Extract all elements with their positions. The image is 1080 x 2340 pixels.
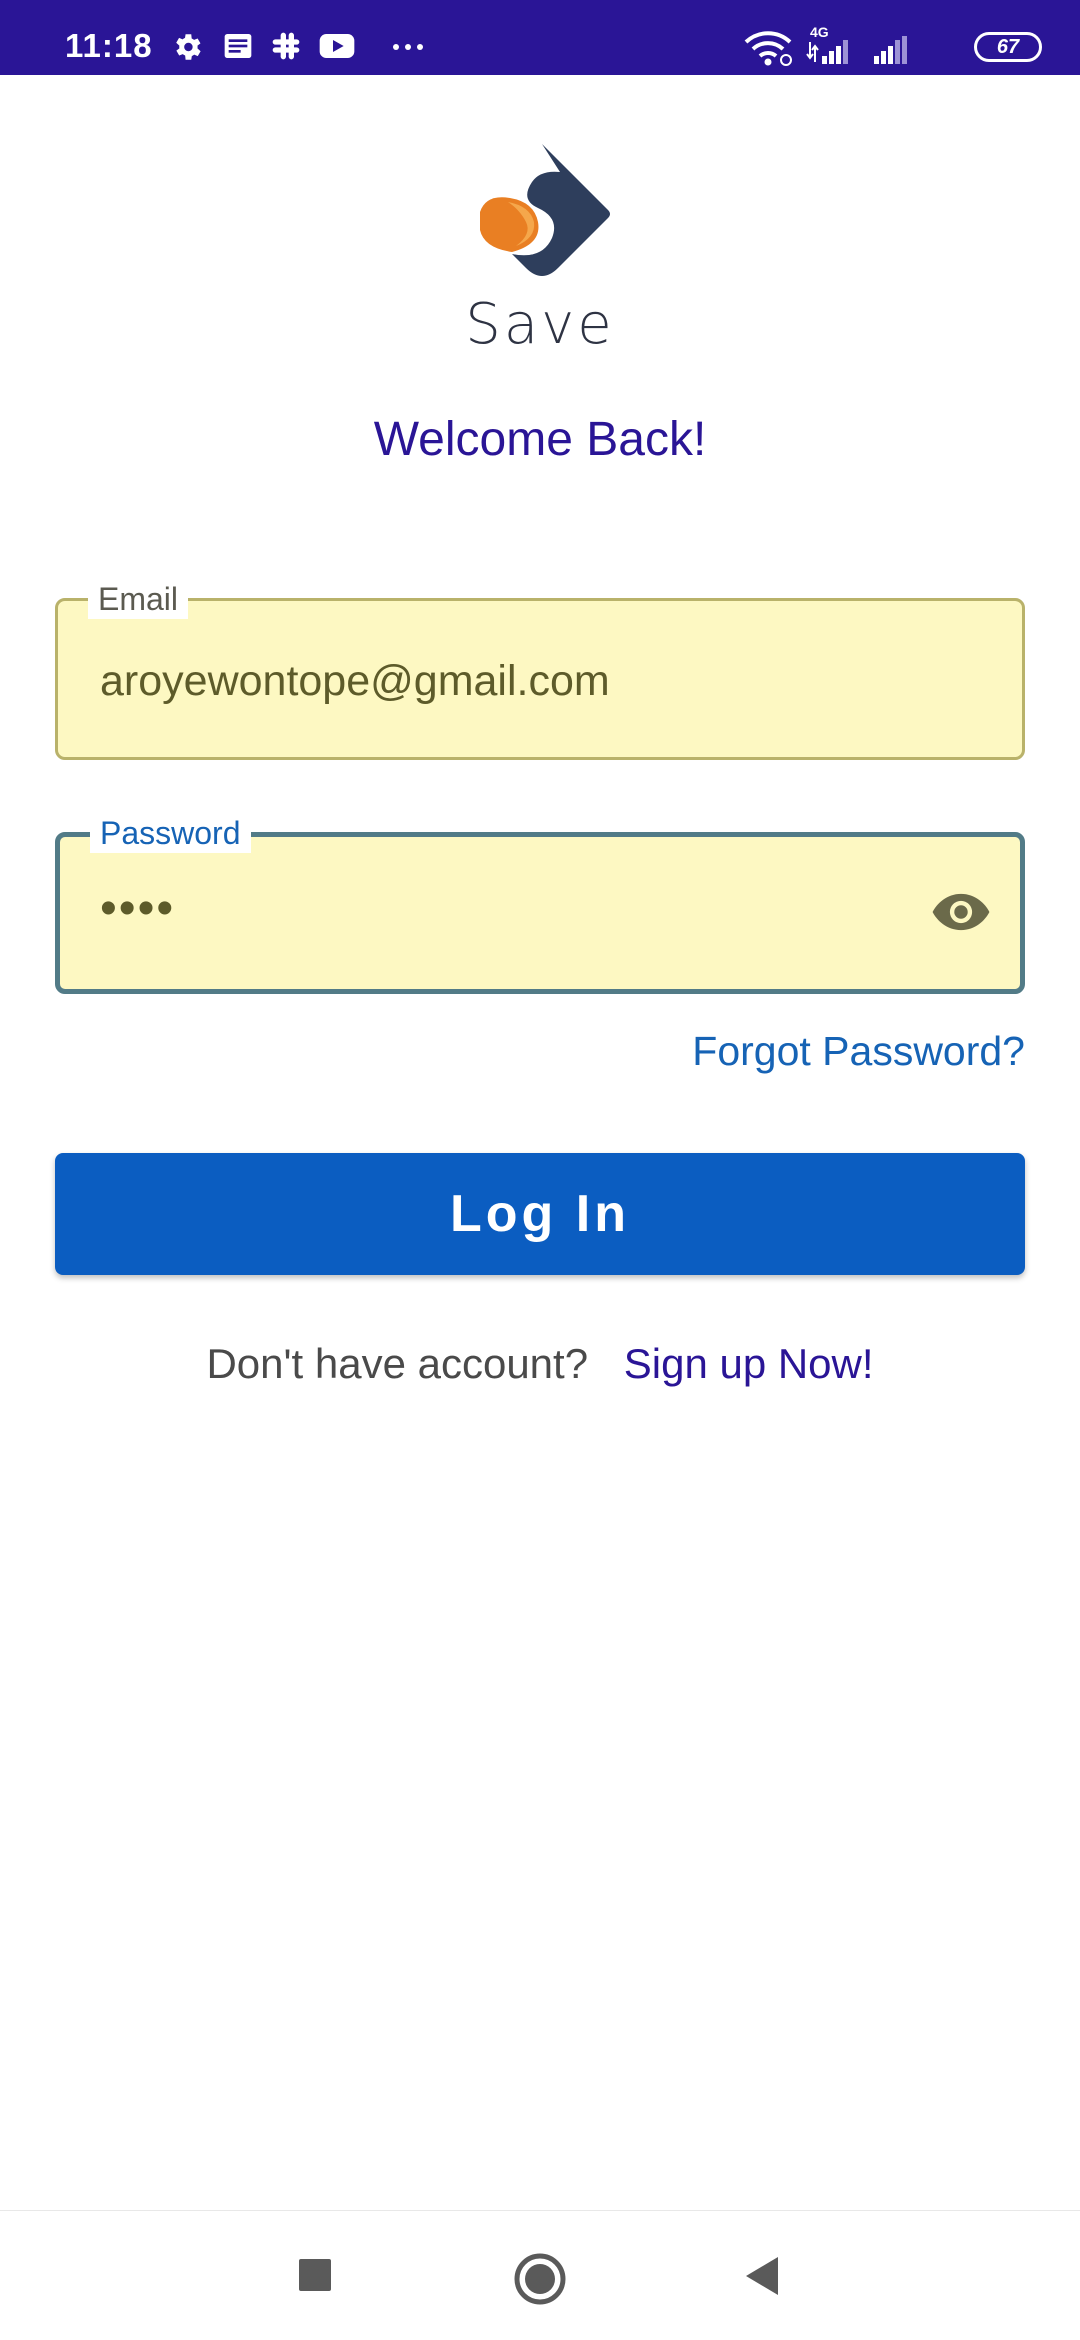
more-dots-icon: [393, 44, 423, 50]
save-logo-icon: [480, 144, 610, 276]
email-field[interactable]: Email aroyewontope@gmail.com: [55, 579, 1025, 760]
password-field[interactable]: Password ••••: [55, 813, 1025, 994]
forgot-password-link[interactable]: Forgot Password?: [692, 1028, 1025, 1075]
password-label: Password: [90, 813, 251, 853]
status-bar: 11:18 4G 67: [0, 0, 1080, 75]
gear-icon: [176, 34, 201, 60]
eye-icon[interactable]: [930, 881, 992, 943]
system-status-icons: 4G 67: [742, 24, 1042, 66]
signup-prompt: Don't have account?: [206, 1340, 589, 1387]
news-icon: [224, 34, 252, 58]
signup-link[interactable]: Sign up Now!: [624, 1340, 874, 1387]
battery-level: 67: [996, 36, 1020, 58]
signup-row: Don't have account? Sign up Now!: [0, 1340, 1080, 1388]
signal-icon: [874, 36, 907, 64]
recents-square-icon[interactable]: [295, 2255, 335, 2295]
back-triangle-icon[interactable]: [740, 2253, 784, 2299]
signal-4g-icon: [806, 40, 848, 64]
email-value[interactable]: aroyewontope@gmail.com: [100, 657, 610, 706]
password-value[interactable]: ••••: [100, 881, 175, 936]
welcome-heading: Welcome Back!: [373, 413, 707, 466]
battery-icon: 67: [974, 32, 1042, 62]
app-logo-text: Save: [465, 292, 615, 357]
status-time: 11:18: [65, 27, 153, 64]
wifi-icon: [744, 31, 792, 66]
home-circle-icon[interactable]: [512, 2251, 568, 2307]
system-nav-bar: [0, 2210, 1080, 2340]
slack-icon: [272, 32, 300, 60]
email-label: Email: [88, 579, 189, 619]
login-button[interactable]: Log In: [55, 1153, 1025, 1275]
youtube-icon: [319, 34, 355, 58]
